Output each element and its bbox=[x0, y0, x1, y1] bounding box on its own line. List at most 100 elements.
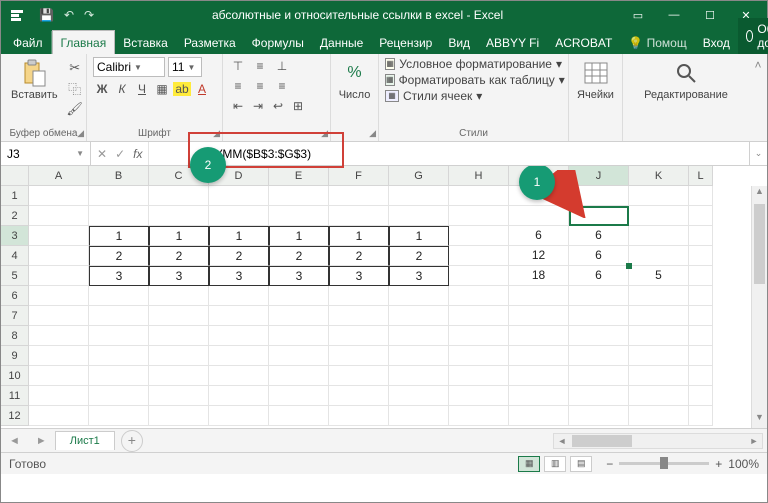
font-name-combo[interactable]: Calibri▼ bbox=[93, 57, 165, 77]
font-launcher-icon[interactable]: ◢ bbox=[213, 128, 220, 139]
ribbon-options-icon[interactable]: ▭ bbox=[621, 1, 655, 29]
cell[interactable]: 12 bbox=[509, 246, 569, 266]
cell[interactable]: 3 bbox=[149, 266, 209, 286]
cell[interactable] bbox=[29, 286, 89, 306]
cell[interactable] bbox=[689, 186, 713, 206]
cell[interactable] bbox=[389, 186, 449, 206]
cell[interactable] bbox=[89, 286, 149, 306]
cell[interactable] bbox=[209, 366, 269, 386]
cell[interactable] bbox=[449, 266, 509, 286]
cell[interactable]: 2 bbox=[149, 246, 209, 266]
merge-button[interactable]: ⊞ bbox=[289, 97, 307, 115]
cell[interactable] bbox=[689, 286, 713, 306]
cell[interactable] bbox=[629, 186, 689, 206]
align-left-button[interactable]: ≡ bbox=[229, 77, 247, 95]
fx-icon[interactable]: fx bbox=[133, 147, 142, 161]
cell[interactable] bbox=[89, 306, 149, 326]
cell[interactable] bbox=[449, 206, 509, 226]
cell[interactable] bbox=[689, 266, 713, 286]
row-header[interactable]: 1 bbox=[1, 186, 29, 206]
cell[interactable] bbox=[629, 386, 689, 406]
cell[interactable] bbox=[389, 406, 449, 426]
col-header[interactable]: K bbox=[629, 166, 689, 186]
cell[interactable] bbox=[509, 386, 569, 406]
cell[interactable] bbox=[329, 406, 389, 426]
cell[interactable] bbox=[629, 366, 689, 386]
cell[interactable]: 3 bbox=[209, 266, 269, 286]
cell[interactable] bbox=[629, 226, 689, 246]
col-header[interactable]: L bbox=[689, 166, 713, 186]
cell[interactable] bbox=[449, 346, 509, 366]
cell[interactable] bbox=[269, 346, 329, 366]
cell[interactable] bbox=[629, 306, 689, 326]
cell[interactable] bbox=[89, 346, 149, 366]
align-launcher-icon[interactable]: ◢ bbox=[321, 128, 328, 139]
cell[interactable] bbox=[389, 346, 449, 366]
cell[interactable] bbox=[149, 186, 209, 206]
cell[interactable] bbox=[149, 206, 209, 226]
align-top-button[interactable]: ⊤ bbox=[229, 57, 247, 75]
tab-layout[interactable]: Разметка bbox=[176, 31, 244, 54]
cell[interactable]: 6 bbox=[569, 266, 629, 286]
cell[interactable] bbox=[569, 366, 629, 386]
cell[interactable] bbox=[449, 246, 509, 266]
number-launcher-icon[interactable]: ◢ bbox=[369, 128, 376, 139]
cell[interactable] bbox=[269, 186, 329, 206]
cell[interactable] bbox=[389, 286, 449, 306]
cell[interactable] bbox=[269, 406, 329, 426]
clipboard-launcher-icon[interactable]: ◢ bbox=[77, 128, 84, 139]
cell[interactable] bbox=[89, 186, 149, 206]
cell[interactable] bbox=[29, 186, 89, 206]
cell[interactable]: 2 bbox=[389, 246, 449, 266]
cell[interactable] bbox=[689, 346, 713, 366]
cancel-formula-icon[interactable]: ✕ bbox=[97, 147, 107, 161]
cell[interactable] bbox=[149, 406, 209, 426]
cell[interactable] bbox=[509, 366, 569, 386]
cell[interactable] bbox=[689, 206, 713, 226]
tab-insert[interactable]: Вставка bbox=[115, 31, 176, 54]
cell[interactable] bbox=[569, 386, 629, 406]
cell[interactable] bbox=[509, 306, 569, 326]
col-header[interactable]: F bbox=[329, 166, 389, 186]
cell[interactable]: 6 bbox=[509, 226, 569, 246]
cell[interactable] bbox=[29, 386, 89, 406]
cell[interactable] bbox=[149, 286, 209, 306]
cell[interactable]: 2 bbox=[89, 246, 149, 266]
font-color-button[interactable]: А bbox=[193, 80, 211, 98]
tab-review[interactable]: Рецензир bbox=[371, 31, 440, 54]
redo-icon[interactable]: ↷ bbox=[84, 8, 94, 22]
cell[interactable] bbox=[689, 406, 713, 426]
cell[interactable]: 3 bbox=[269, 266, 329, 286]
editing-button[interactable]: Редактирование bbox=[629, 57, 743, 103]
cell[interactable] bbox=[269, 306, 329, 326]
col-header[interactable]: H bbox=[449, 166, 509, 186]
cell[interactable] bbox=[89, 406, 149, 426]
row-header[interactable]: 3 bbox=[1, 226, 29, 246]
cell[interactable]: 18 bbox=[509, 266, 569, 286]
vertical-scrollbar[interactable]: ▲ ▼ bbox=[751, 186, 767, 428]
formula-bar[interactable]: =СУММ($B$3:$G$3) bbox=[149, 142, 749, 165]
cell[interactable]: 6 bbox=[569, 226, 629, 246]
share-button[interactable]: Общий доступ bbox=[738, 18, 768, 54]
col-header[interactable]: G bbox=[389, 166, 449, 186]
cell[interactable]: 1 bbox=[149, 226, 209, 246]
cell[interactable] bbox=[209, 186, 269, 206]
align-right-button[interactable]: ≡ bbox=[273, 77, 291, 95]
italic-button[interactable]: К bbox=[113, 80, 131, 98]
decrease-indent-button[interactable]: ⇤ bbox=[229, 97, 247, 115]
row-header[interactable]: 12 bbox=[1, 406, 29, 426]
tab-acrobat[interactable]: ACROBAT bbox=[547, 31, 620, 54]
cell[interactable] bbox=[329, 206, 389, 226]
save-icon[interactable]: 💾 bbox=[39, 8, 54, 22]
row-header[interactable]: 8 bbox=[1, 326, 29, 346]
align-bottom-button[interactable]: ⊥ bbox=[273, 57, 291, 75]
cell[interactable] bbox=[89, 326, 149, 346]
cell[interactable]: 3 bbox=[329, 266, 389, 286]
cell[interactable] bbox=[629, 206, 689, 226]
cell[interactable]: 3 bbox=[89, 266, 149, 286]
col-header[interactable]: A bbox=[29, 166, 89, 186]
cell[interactable]: 1 bbox=[389, 226, 449, 246]
cell[interactable] bbox=[269, 366, 329, 386]
cell[interactable] bbox=[689, 326, 713, 346]
cell[interactable] bbox=[569, 306, 629, 326]
